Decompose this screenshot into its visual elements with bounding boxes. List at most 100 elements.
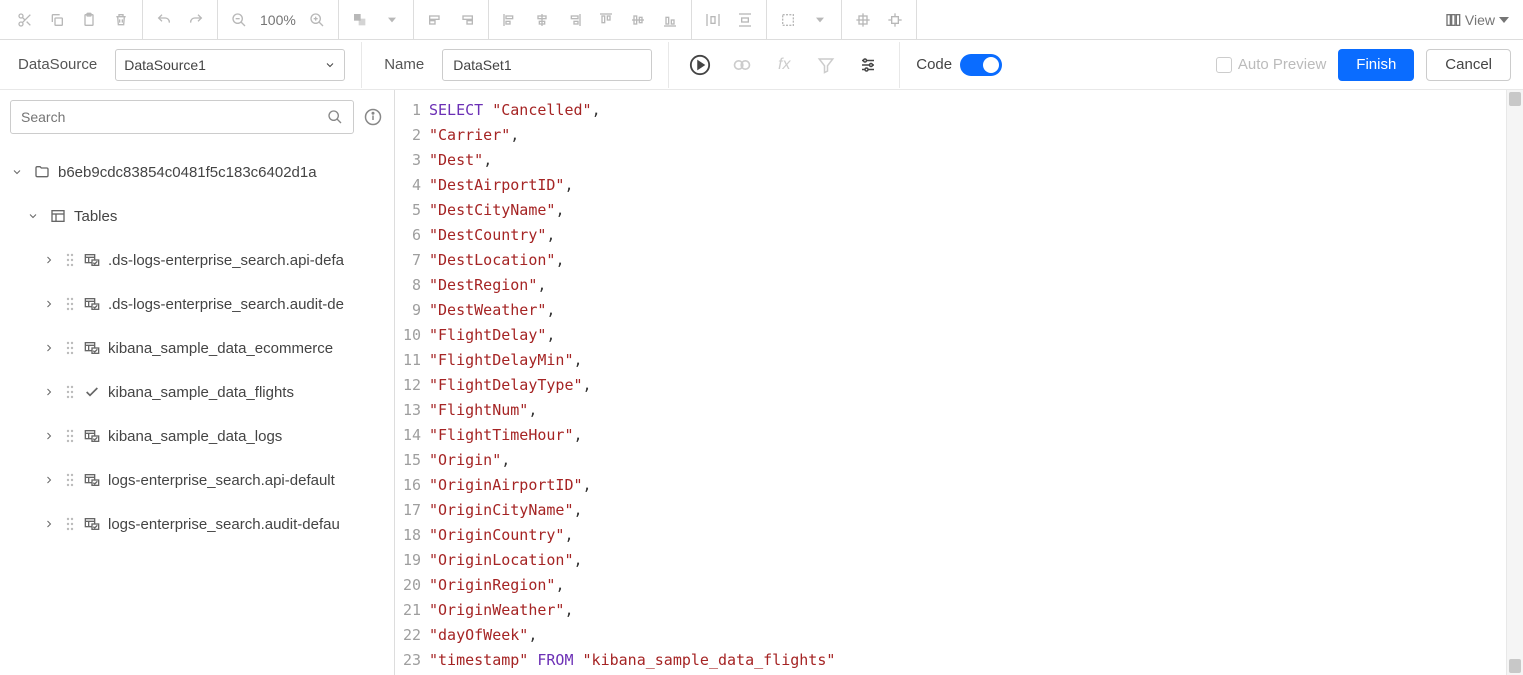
zoom-out-button[interactable]: [224, 5, 254, 35]
drag-handle-icon[interactable]: [64, 253, 76, 267]
code-line: 22"dayOfWeek",: [395, 623, 1506, 648]
align-right-button[interactable]: [559, 5, 589, 35]
line-number: 17: [395, 498, 429, 523]
align-left-x-button[interactable]: [420, 5, 450, 35]
tree-table-node[interactable]: kibana_sample_data_flights: [0, 370, 394, 414]
drag-handle-icon[interactable]: [64, 341, 76, 355]
line-number: 16: [395, 473, 429, 498]
auto-preview-checkbox[interactable]: Auto Preview: [1216, 56, 1326, 73]
tree-table-node[interactable]: kibana_sample_data_ecommerce: [0, 326, 394, 370]
table-icon: [82, 514, 102, 534]
redo-button[interactable]: [181, 5, 211, 35]
delete-button[interactable]: [106, 5, 136, 35]
cancel-button[interactable]: Cancel: [1426, 49, 1511, 81]
code-content: "FlightNum",: [429, 398, 537, 423]
tree-db-node[interactable]: b6eb9cdc83854c0481f5c183c6402d1a: [0, 150, 394, 194]
group-dropdown-icon[interactable]: [377, 5, 407, 35]
finish-button[interactable]: Finish: [1338, 49, 1414, 81]
line-number: 22: [395, 623, 429, 648]
tree-tables-node[interactable]: Tables: [0, 194, 394, 238]
scroll-up-button[interactable]: [1509, 92, 1521, 106]
code-line: 10"FlightDelay",: [395, 323, 1506, 348]
group-button[interactable]: [345, 5, 375, 35]
code-line: 2"Carrier",: [395, 123, 1506, 148]
drag-handle-icon[interactable]: [64, 385, 76, 399]
code-content: "FlightDelay",: [429, 323, 555, 348]
settings-sliders-button[interactable]: [853, 50, 883, 80]
drag-handle-icon[interactable]: [64, 473, 76, 487]
chevron-down-icon: [324, 59, 336, 71]
select-dropdown-icon[interactable]: [805, 5, 835, 35]
code-line: 15"Origin",: [395, 448, 1506, 473]
editor-area: 1SELECT "Cancelled",2"Carrier",3"Dest",4…: [395, 90, 1523, 675]
undo-button[interactable]: [149, 5, 179, 35]
code-content: "OriginWeather",: [429, 598, 574, 623]
line-number: 13: [395, 398, 429, 423]
code-content: "DestAirportID",: [429, 173, 574, 198]
code-line: 5"DestCityName",: [395, 198, 1506, 223]
link-button[interactable]: [727, 50, 757, 80]
fx-button[interactable]: fx: [769, 50, 799, 80]
view-menu[interactable]: View: [1435, 12, 1519, 28]
distribute-v-button[interactable]: [730, 5, 760, 35]
code-editor[interactable]: 1SELECT "Cancelled",2"Carrier",3"Dest",4…: [395, 90, 1506, 675]
tree-table-node[interactable]: .ds-logs-enterprise_search.api-defa: [0, 238, 394, 282]
tree-table-node[interactable]: logs-enterprise_search.audit-defau: [0, 502, 394, 546]
tree-table-node[interactable]: .ds-logs-enterprise_search.audit-de: [0, 282, 394, 326]
check-icon: [82, 382, 102, 402]
dataset-name-input[interactable]: [442, 49, 652, 81]
drag-handle-icon[interactable]: [64, 517, 76, 531]
tree: b6eb9cdc83854c0481f5c183c6402d1a Tables …: [0, 144, 394, 675]
datasource-select[interactable]: DataSource1: [115, 49, 345, 81]
drag-handle-icon[interactable]: [64, 429, 76, 443]
config-bar: DataSource DataSource1 Name fx Code Auto…: [0, 40, 1523, 90]
drag-handle-icon[interactable]: [64, 297, 76, 311]
code-line: 20"OriginRegion",: [395, 573, 1506, 598]
vertical-scrollbar[interactable]: [1506, 90, 1523, 675]
code-line: 14"FlightTimeHour",: [395, 423, 1506, 448]
line-number: 19: [395, 548, 429, 573]
align-center-button[interactable]: [527, 5, 557, 35]
table-label: kibana_sample_data_logs: [108, 428, 282, 445]
align-top-button[interactable]: [591, 5, 621, 35]
folder-icon: [32, 162, 52, 182]
line-number: 5: [395, 198, 429, 223]
search-input[interactable]: [10, 100, 354, 134]
align-left-button[interactable]: [495, 5, 525, 35]
paste-button[interactable]: [74, 5, 104, 35]
code-content: SELECT "Cancelled",: [429, 98, 601, 123]
copy-button[interactable]: [42, 5, 72, 35]
sidebar: b6eb9cdc83854c0481f5c183c6402d1a Tables …: [0, 90, 395, 675]
top-toolbar: 100% View: [0, 0, 1523, 40]
info-button[interactable]: [362, 106, 384, 128]
line-number: 9: [395, 298, 429, 323]
distribute-h-button[interactable]: [698, 5, 728, 35]
tree-table-node[interactable]: logs-enterprise_search.api-default: [0, 458, 394, 502]
align-right-x-button[interactable]: [452, 5, 482, 35]
chevron-down-icon: [1499, 15, 1509, 25]
code-toggle-label: Code: [916, 56, 952, 73]
table-label: .ds-logs-enterprise_search.audit-de: [108, 296, 344, 313]
zoom-in-button[interactable]: [302, 5, 332, 35]
chevron-right-icon: [40, 383, 58, 401]
align-bottom-button[interactable]: [655, 5, 685, 35]
code-line: 6"DestCountry",: [395, 223, 1506, 248]
filter-button[interactable]: [811, 50, 841, 80]
crop-button[interactable]: [848, 5, 878, 35]
datasource-value: DataSource1: [124, 57, 206, 73]
columns-icon: [1445, 12, 1461, 28]
table-label: .ds-logs-enterprise_search.api-defa: [108, 252, 344, 269]
focus-button[interactable]: [880, 5, 910, 35]
cut-button[interactable]: [10, 5, 40, 35]
run-button[interactable]: [685, 50, 715, 80]
search-field[interactable]: [21, 109, 319, 125]
select-area-button[interactable]: [773, 5, 803, 35]
align-middle-button[interactable]: [623, 5, 653, 35]
code-content: "OriginCountry",: [429, 523, 574, 548]
code-toggle[interactable]: [960, 54, 1002, 76]
chevron-right-icon: [40, 251, 58, 269]
code-content: "OriginRegion",: [429, 573, 564, 598]
scroll-down-button[interactable]: [1509, 659, 1521, 673]
tree-table-node[interactable]: kibana_sample_data_logs: [0, 414, 394, 458]
chevron-right-icon: [40, 427, 58, 445]
